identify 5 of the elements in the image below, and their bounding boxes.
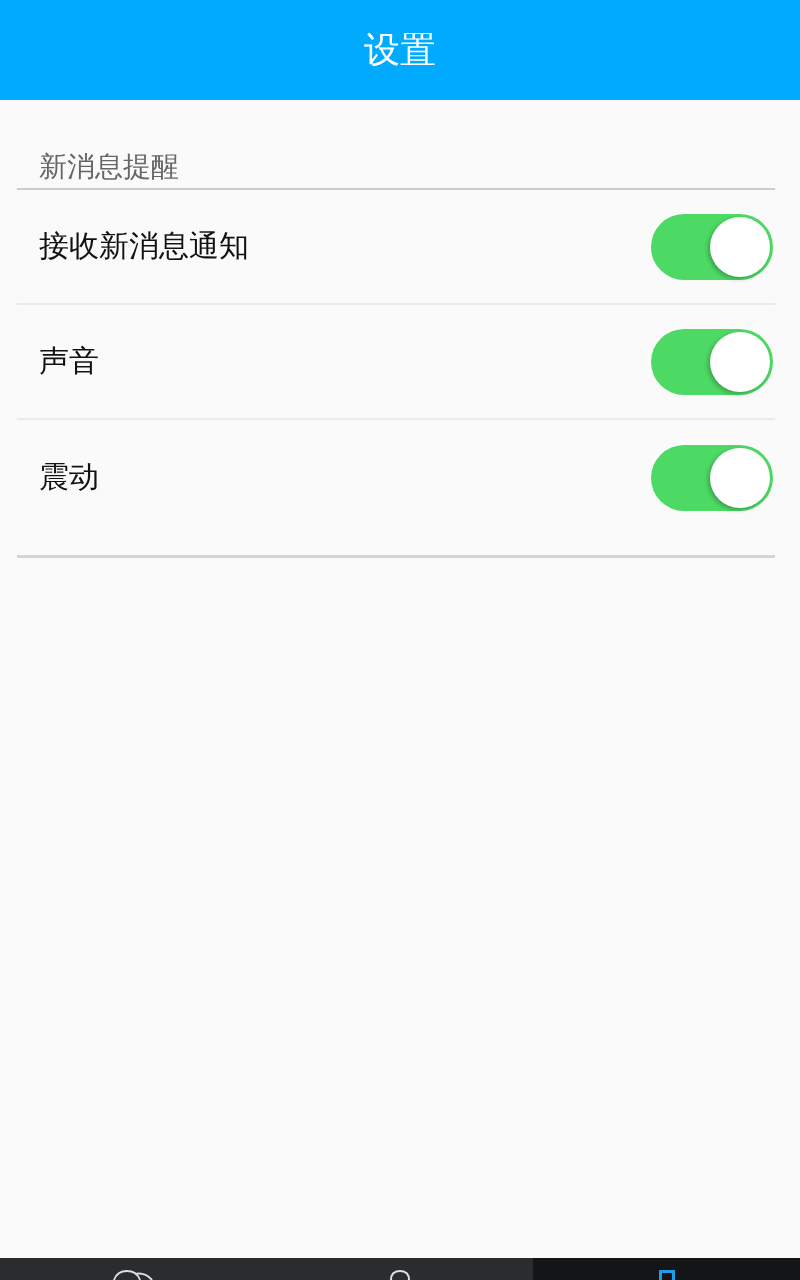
section-title: 新消息提醒 [38, 150, 180, 185]
setting-label: 接收新消息通知 [39, 227, 249, 265]
setting-label: 震动 [39, 458, 99, 496]
page-title: 设置 [364, 27, 436, 72]
setting-label: 声音 [39, 342, 99, 380]
